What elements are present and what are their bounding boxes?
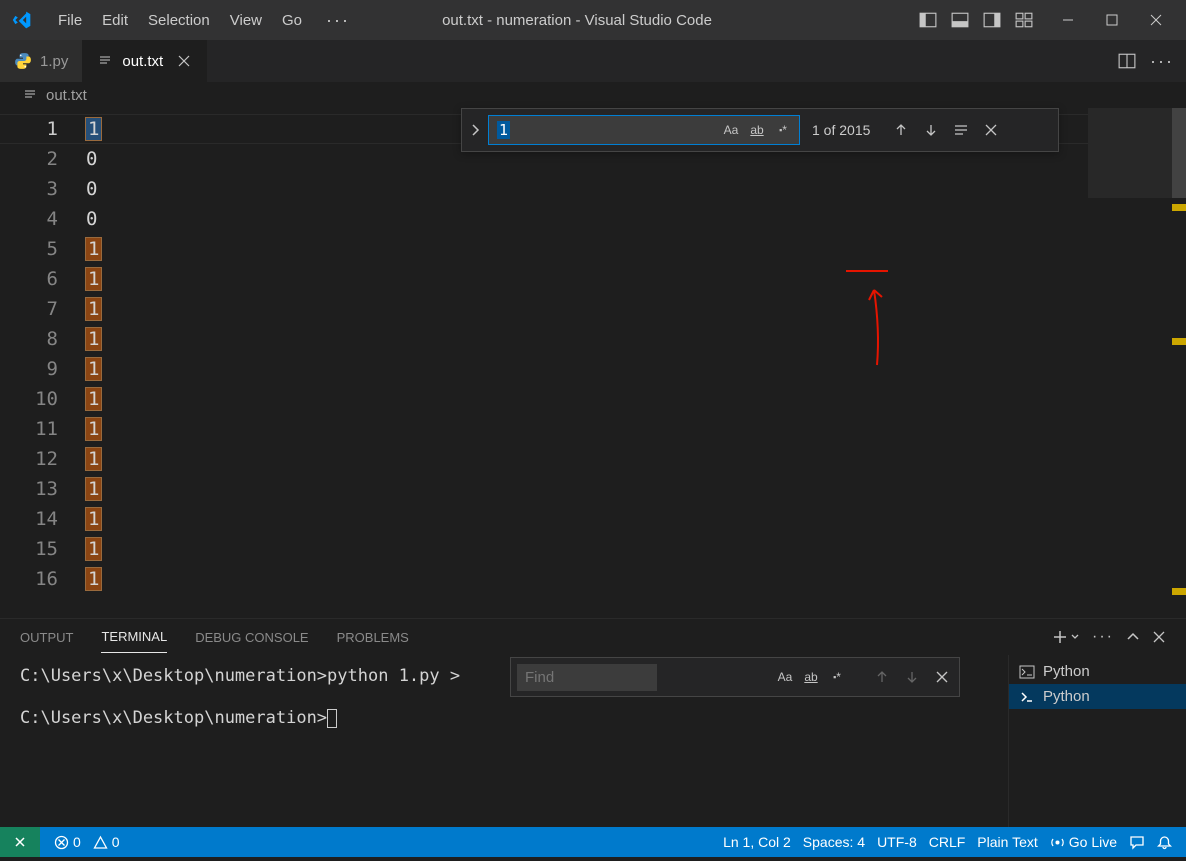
toggle-primary-sidebar-icon[interactable] [914,6,942,34]
find-input[interactable]: 1 [493,121,673,139]
use-regex-toggle[interactable]: ▪* [825,666,849,688]
status-lncol[interactable]: Ln 1, Col 2 [717,834,797,850]
window-title: out.txt - numeration - Visual Studio Cod… [240,12,914,29]
minimap[interactable] [1088,108,1186,618]
scrollbar-marker [1172,204,1186,211]
status-eol[interactable]: CRLF [923,834,972,850]
text-file-icon [22,87,38,103]
warning-icon [93,835,108,850]
scrollbar-thumb[interactable] [1172,108,1186,198]
python-icon [14,52,32,70]
panel: OUTPUT TERMINAL DEBUG CONSOLE PROBLEMS ·… [0,618,1186,827]
minimap-viewport[interactable] [1088,108,1178,198]
match-whole-word-toggle[interactable]: ab [745,119,769,141]
find-input-container: 1 Aa ab ▪* [488,115,800,145]
previous-match-icon[interactable] [871,666,893,688]
annotation-arrow-icon [862,280,892,370]
close-button[interactable] [1134,0,1178,40]
terminal-list: Python Python [1008,655,1186,827]
new-terminal-icon[interactable] [1052,629,1080,645]
find-in-selection-icon[interactable] [950,119,972,141]
error-icon [54,835,69,850]
maximize-button[interactable] [1090,0,1134,40]
terminal-find-widget: Aa ab ▪* [510,657,960,697]
layout-controls [914,6,1038,34]
tabbar: 1.py out.txt ··· [0,40,1186,82]
panel-more-icon[interactable]: ··· [1092,628,1114,646]
panel-tabs: OUTPUT TERMINAL DEBUG CONSOLE PROBLEMS ·… [0,619,1186,655]
breadcrumb[interactable]: out.txt [0,82,1186,108]
panel-tab-terminal[interactable]: TERMINAL [101,621,167,653]
close-icon[interactable] [175,52,193,70]
menu-selection[interactable]: Selection [138,0,220,40]
vscode-logo-icon [12,10,32,30]
status-feedback-icon[interactable] [1123,834,1151,850]
panel-tab-output[interactable]: OUTPUT [20,622,73,653]
terminal-icon [1019,689,1035,705]
toggle-secondary-sidebar-icon[interactable] [978,6,1006,34]
customize-layout-icon[interactable] [1010,6,1038,34]
menu-file[interactable]: File [48,0,92,40]
status-encoding[interactable]: UTF-8 [871,834,923,850]
status-language[interactable]: Plain Text [971,834,1043,850]
toggle-replace-icon[interactable] [468,114,482,146]
scrollbar-marker [1172,338,1186,345]
broadcast-icon [1050,835,1065,850]
split-editor-icon[interactable] [1118,52,1136,70]
status-spaces[interactable]: Spaces: 4 [797,834,871,850]
statusbar: 0 0 Ln 1, Col 2 Spaces: 4 UTF-8 CRLF Pla… [0,827,1186,857]
scrollbar-marker [1172,588,1186,595]
previous-match-icon[interactable] [890,119,912,141]
line-numbers: 12345678910111213141516 [0,108,86,618]
maximize-panel-icon[interactable] [1126,630,1140,644]
close-find-icon[interactable] [980,119,1002,141]
terminal-item-python[interactable]: Python [1009,659,1186,684]
terminal-icon [1019,664,1035,680]
scrollbar[interactable] [1172,108,1186,618]
terminal-item-python-active[interactable]: Python [1009,684,1186,709]
terminal-cursor [327,709,337,728]
editor[interactable]: 12345678910111213141516 1000111111111111… [0,108,1186,618]
find-result-count: 1 of 2015 [806,122,876,138]
match-case-toggle[interactable]: Aa [773,666,797,688]
next-match-icon[interactable] [901,666,923,688]
panel-tab-debug[interactable]: DEBUG CONSOLE [195,622,308,653]
more-actions-icon[interactable]: ··· [1150,51,1174,72]
match-whole-word-toggle[interactable]: ab [799,666,823,688]
status-bell-icon[interactable] [1151,835,1178,850]
find-widget: 1 Aa ab ▪* 1 of 2015 [461,108,1059,152]
minimize-button[interactable] [1046,0,1090,40]
titlebar: File Edit Selection View Go ··· out.txt … [0,0,1186,40]
status-errors[interactable]: 0 [48,834,87,850]
remote-indicator[interactable] [0,827,40,857]
status-golive[interactable]: Go Live [1044,834,1123,850]
breadcrumb-file: out.txt [46,87,87,104]
tab-outtxt[interactable]: out.txt [82,40,207,82]
text-file-icon [96,52,114,70]
menu-edit[interactable]: Edit [92,0,138,40]
terminal-find-input[interactable] [517,664,657,691]
panel-tab-problems[interactable]: PROBLEMS [337,622,409,653]
tab-label: out.txt [122,53,163,70]
match-case-toggle[interactable]: Aa [719,119,743,141]
editor-content[interactable]: 1000111111111111 [86,108,101,618]
close-find-icon[interactable] [931,666,953,688]
close-panel-icon[interactable] [1152,630,1166,644]
toggle-panel-icon[interactable] [946,6,974,34]
use-regex-toggle[interactable]: ▪* [771,119,795,141]
annotation-underline [846,270,888,272]
tab-label: 1.py [40,53,68,70]
next-match-icon[interactable] [920,119,942,141]
status-warnings[interactable]: 0 [87,834,126,850]
tab-1py[interactable]: 1.py [0,40,82,82]
